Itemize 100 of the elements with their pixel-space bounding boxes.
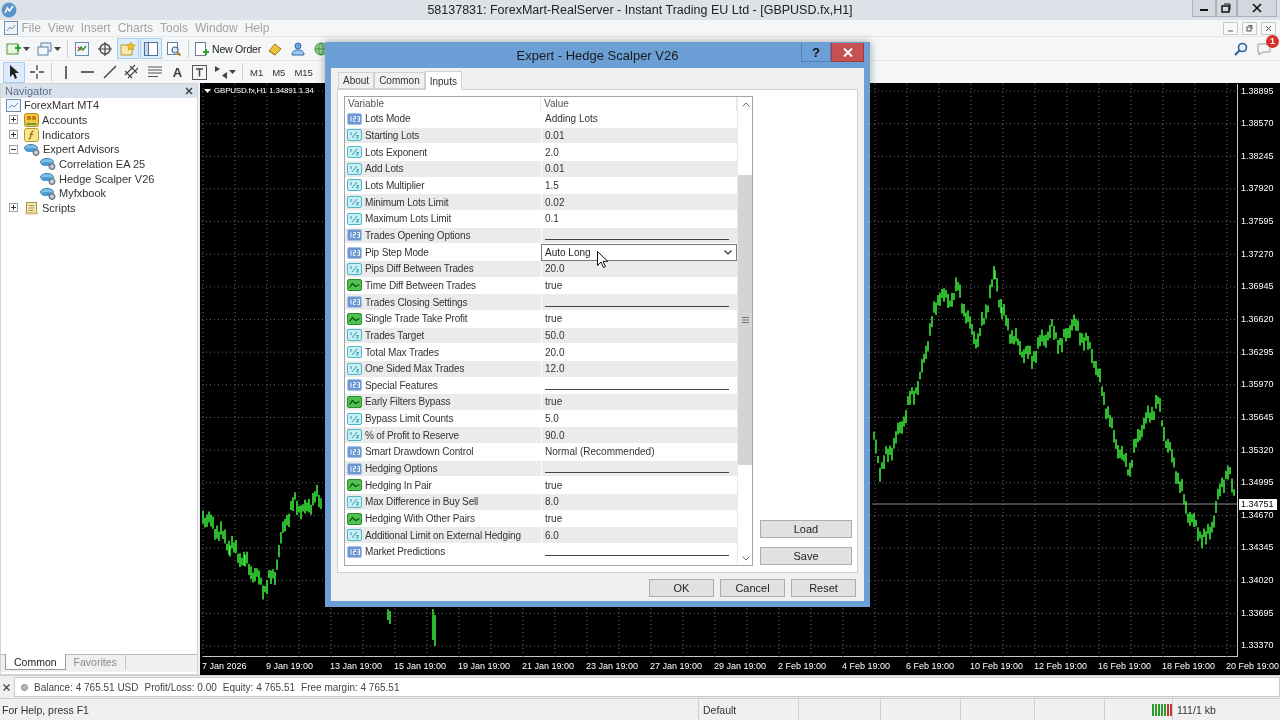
price-label: 1.36295 [1240, 346, 1275, 358]
variable-name: Lots Mode [365, 113, 411, 125]
tab[interactable]: Common [5, 654, 66, 670]
value-text: Adding Lots [545, 113, 598, 125]
crosshair-icon [29, 64, 45, 80]
tree-item[interactable]: Indicators [42, 128, 90, 141]
scrollbar-thumb[interactable] [738, 175, 752, 465]
search-icon[interactable] [1234, 41, 1248, 56]
close-icon[interactable] [1237, 0, 1277, 17]
dialog-button[interactable]: Load [760, 520, 852, 538]
value-text: true [545, 479, 563, 491]
table-row[interactable]: Lots Mode Adding Lots [345, 111, 737, 128]
variable-name: Starting Lots [365, 130, 420, 141]
price-label: 1.34345 [1240, 542, 1275, 554]
fraction-icon [347, 212, 362, 225]
collapse-icon[interactable] [9, 144, 18, 154]
line-chart-icon [347, 512, 362, 525]
digits-icon [347, 229, 362, 242]
fraction-icon [347, 129, 362, 142]
variable-name: Special Features [365, 379, 438, 391]
dialog-button[interactable]: OK [649, 579, 714, 597]
price-label: 1.33695 [1240, 607, 1275, 619]
value-text: true [545, 513, 563, 525]
close-button[interactable] [831, 43, 864, 62]
tree-item[interactable]: ForexMart MT4 [24, 99, 100, 112]
variable-name: Pips Diff Between Trades [365, 263, 474, 275]
text-tool-button[interactable]: A [167, 61, 188, 83]
tree-item[interactable]: Scripts [42, 201, 76, 214]
time-label: 29 Jan 19:00 [714, 661, 768, 671]
table-row[interactable]: % of Profit to Reserve 90.0 [345, 427, 737, 445]
table-row[interactable]: Pip Step Mode Auto Long [345, 244, 737, 261]
tab[interactable]: Common [374, 72, 425, 89]
close-icon[interactable] [185, 87, 193, 95]
variable-name: Early Filters Bypass [365, 396, 451, 408]
variable-name: Add Lots [365, 163, 404, 175]
digits-icon [347, 545, 362, 558]
caret-down-icon[interactable] [204, 88, 211, 93]
digits-icon [347, 246, 362, 259]
star-folder-icon [120, 40, 136, 57]
line-chart-icon [347, 396, 362, 408]
status-text: 111/1 kb [1177, 703, 1216, 716]
scroll-icon [24, 200, 39, 215]
tab[interactable]: About [338, 72, 375, 89]
timeframe-button[interactable]: M15 [290, 62, 317, 82]
digits-icon [347, 462, 362, 475]
restore-icon[interactable] [1216, 0, 1237, 17]
value-text: 0.01 [545, 130, 565, 141]
chevron-down-icon [741, 555, 750, 561]
dialog-button[interactable]: Save [760, 547, 852, 565]
toolbar-button[interactable] [3, 61, 25, 83]
expand-icon[interactable] [9, 115, 18, 125]
value-text: 2.0 [545, 146, 559, 158]
time-label: 9 Jan 19:00 [266, 661, 315, 671]
time-label: 16 Feb 19:00 [1098, 661, 1153, 671]
price-label: 1.34020 [1240, 575, 1275, 587]
time-label: 12 Feb 19:00 [1034, 661, 1089, 671]
variable-name: Trades Opening Options [365, 229, 471, 241]
close-icon[interactable] [3, 683, 10, 691]
tree-item[interactable]: Myfxbook [59, 187, 107, 200]
table-row[interactable]: Early Filters Bypass true [345, 394, 737, 411]
time-label: 4 Feb 19:00 [842, 661, 892, 671]
people-icon [24, 113, 39, 127]
window-title: 58137831: ForexMart-RealServer - Instant Trading EU Ltd - [GBPUSD.fx,H1] [427, 3, 853, 17]
value-text: 6.0 [545, 529, 559, 541]
price-label: 1.37920 [1240, 183, 1275, 195]
digits-icon [347, 379, 362, 392]
variable-name: Trades Target [365, 329, 425, 341]
tree-item[interactable]: Correlation EA 25 [59, 157, 146, 170]
value-text: 20.0 [545, 263, 565, 275]
grip-icon [741, 317, 749, 323]
variable-name: Hedging With Other Pairs [365, 513, 475, 525]
time-label: 7 Jan 2026 [202, 661, 248, 671]
time-label: 23 Jan 19:00 [586, 661, 640, 671]
value-text: 5.0 [545, 413, 559, 425]
value-text: 0.01 [545, 163, 565, 175]
timeframe-button[interactable]: M1 [246, 62, 268, 82]
expand-icon[interactable] [9, 130, 18, 140]
price-label: 1.34995 [1240, 477, 1275, 489]
chart-window-icon [6, 98, 21, 112]
dialog-button[interactable]: Cancel [720, 579, 785, 597]
tree-item[interactable]: Hedge Scalper V26 [59, 172, 155, 185]
timeframe-button[interactable]: M5 [268, 62, 290, 82]
tree-item[interactable]: Expert Advisors [43, 143, 120, 156]
dialog-button[interactable]: Reset [791, 579, 856, 597]
minimize-icon[interactable] [1192, 0, 1216, 17]
variable-name: Time Diff Between Trades [365, 279, 476, 291]
table-row[interactable]: Minimum Lots Limit 0.02 [345, 194, 737, 211]
help-button[interactable]: ? [801, 43, 831, 62]
status-text: For Help, press F1 [2, 703, 89, 716]
table-row[interactable]: Trades Closing Settings [345, 294, 737, 311]
tab[interactable]: Inputs [424, 71, 462, 90]
table-row[interactable]: Additional Limit on External Hedging 6.0 [345, 527, 737, 545]
expand-icon[interactable] [9, 203, 18, 213]
variable-name: Hedging In Pair [365, 479, 432, 491]
table-row[interactable]: Max Difference in Buy Sell 8.0 [345, 494, 737, 511]
variable-name: Smart Drawdown Control [365, 446, 474, 458]
new-order-button[interactable]: New Order [192, 38, 263, 59]
cap-gear-icon [24, 142, 40, 156]
value-dropdown[interactable]: Auto Long [541, 244, 737, 262]
tree-item[interactable]: Accounts [42, 114, 88, 126]
